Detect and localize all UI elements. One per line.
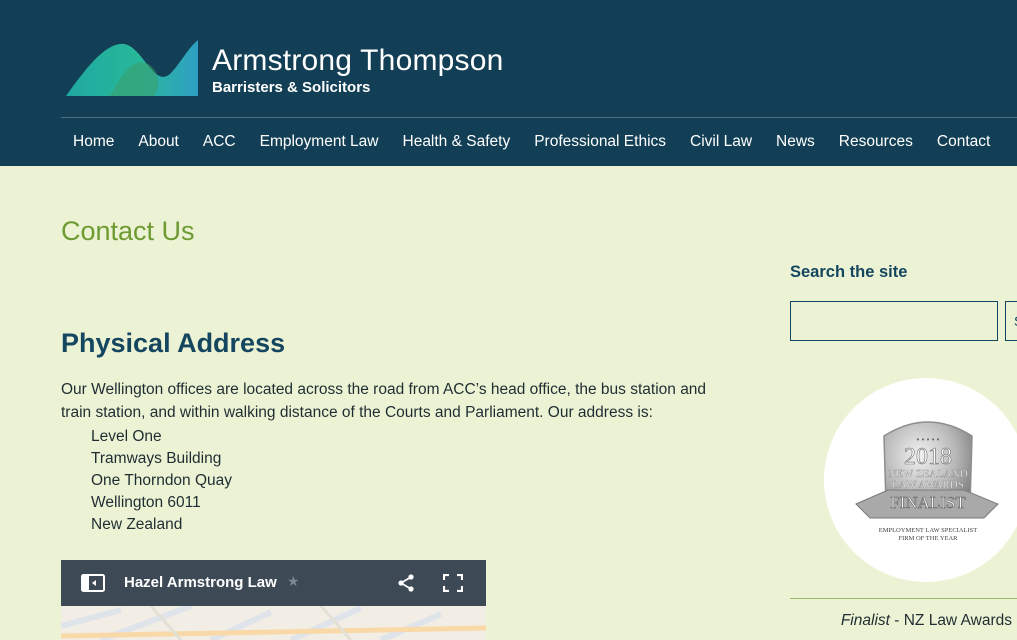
award-badge: 2018 NEW ZEALAND LAW AWARDS FINALIST EMP… [824, 378, 1017, 582]
nav-resources[interactable]: Resources [827, 133, 925, 151]
page-title: Contact Us [61, 216, 195, 246]
address-line: New Zealand [91, 516, 183, 533]
search-button[interactable]: S [1005, 301, 1017, 341]
nav-contact[interactable]: Contact [925, 133, 1002, 151]
address-line: One Thorndon Quay [91, 472, 233, 489]
award-sub2: FIRM OF THE YEAR [898, 535, 958, 542]
nav-acc[interactable]: ACC [191, 133, 248, 151]
nav-employment-law[interactable]: Employment Law [248, 133, 391, 151]
nav-professional-ethics[interactable]: Professional Ethics [522, 133, 678, 151]
award-caption-text: - NZ Law Awards [889, 612, 1012, 629]
site-logo[interactable]: Armstrong Thompson Barristers & Solicito… [66, 38, 503, 100]
award-medal-icon: 2018 NEW ZEALAND LAW AWARDS FINALIST EMP… [855, 421, 999, 542]
address-block: Level One Tramways Building One Thorndon… [91, 426, 232, 536]
award-line2: LAW AWARDS [892, 479, 964, 491]
nav-divider [61, 117, 1017, 118]
site-header: Armstrong Thompson Barristers & Solicito… [0, 0, 1017, 166]
nav-civil-law[interactable]: Civil Law [678, 133, 764, 151]
award-stars-icon: • • • • • [917, 435, 940, 444]
award-caption: Finalist - NZ Law Awards [841, 612, 1012, 630]
award-caption-emphasis: Finalist [840, 612, 890, 629]
address-line: Level One [91, 428, 162, 445]
logo-mark-icon [66, 40, 198, 96]
address-line: Tramways Building [91, 450, 222, 467]
award-sub1: EMPLOYMENT LAW SPECIALIST [879, 527, 978, 534]
star-icon[interactable]: ★ [287, 573, 300, 590]
award-year: 2018 [904, 444, 952, 470]
embedded-map[interactable]: Hazel Armstrong Law ★ [61, 560, 486, 640]
nav-health-safety[interactable]: Health & Safety [391, 133, 523, 151]
logo-tagline: Barristers & Solicitors [212, 79, 371, 96]
share-icon[interactable] [396, 573, 416, 593]
side-panel-icon[interactable] [81, 574, 105, 592]
sidebar-divider [790, 598, 1017, 599]
search-heading: Search the site [790, 263, 908, 281]
section-title-physical-address: Physical Address [61, 328, 286, 358]
address-line: Wellington 6011 [91, 494, 201, 511]
address-intro-text: Our Wellington offices are located acros… [61, 381, 707, 421]
map-title[interactable]: Hazel Armstrong Law [124, 574, 277, 591]
logo-wordmark: Armstrong Thompson [212, 44, 504, 77]
main-nav: Home About ACC Employment Law Health & S… [61, 124, 1002, 160]
fullscreen-icon[interactable] [443, 574, 463, 592]
search-input[interactable] [790, 301, 998, 341]
nav-news[interactable]: News [764, 133, 827, 151]
nav-home[interactable]: Home [61, 133, 126, 151]
map-toolbar: Hazel Armstrong Law ★ [61, 560, 486, 606]
nav-about[interactable]: About [126, 133, 191, 151]
award-ribbon: FINALIST [890, 493, 966, 512]
